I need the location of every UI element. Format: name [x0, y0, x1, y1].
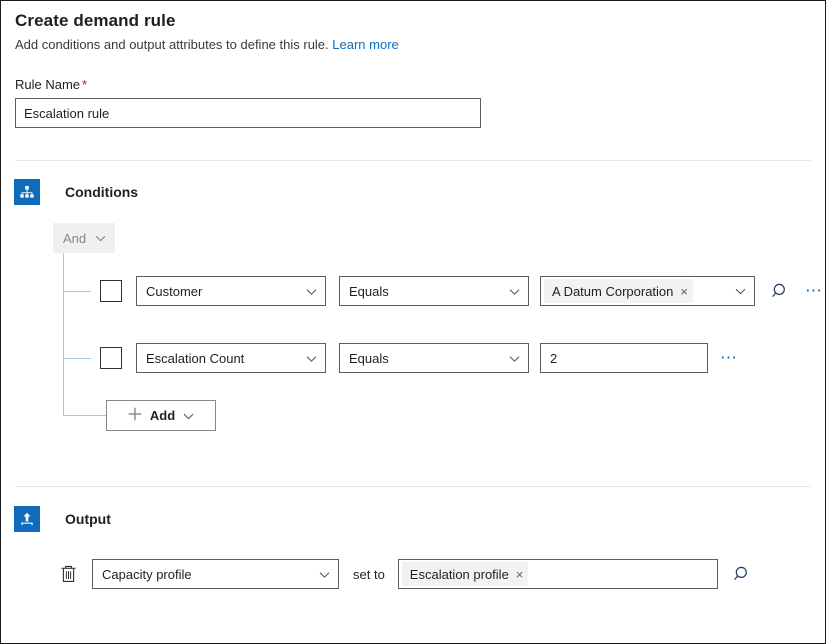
create-demand-rule-dialog: Create demand rule Add conditions and ou…: [0, 0, 826, 644]
magnifier-icon[interactable]: [767, 278, 793, 304]
output-row: Capacity profile set to Escalation profi…: [57, 559, 756, 589]
tree-vertical-line: [63, 253, 64, 416]
tree-branch-line-1: [63, 291, 91, 292]
rule-name-input[interactable]: [15, 98, 481, 128]
logic-operator-dropdown[interactable]: And: [53, 223, 115, 253]
set-to-label: set to: [353, 567, 385, 582]
section-divider-conditions: [15, 160, 811, 161]
chevron-down-icon: [306, 284, 317, 299]
chevron-down-icon: [306, 351, 317, 366]
page-subtitle: Add conditions and output attributes to …: [15, 37, 399, 52]
selected-value-token: Escalation profile ×: [402, 562, 529, 586]
selected-value-token: A Datum Corporation ×: [544, 279, 693, 303]
tree-branch-line-3: [63, 415, 106, 416]
condition-row: Escalation Count Equals ⋯: [100, 343, 739, 373]
selected-value-token-label: Escalation profile: [410, 567, 509, 582]
page-title: Create demand rule: [15, 11, 399, 31]
chevron-down-icon[interactable]: [735, 282, 746, 300]
plus-icon: [128, 407, 142, 424]
selected-value-token-label: A Datum Corporation: [552, 284, 673, 299]
output-attribute-value: Capacity profile: [102, 567, 192, 582]
condition-more-options-button[interactable]: ⋯: [805, 286, 824, 296]
condition-value-lookup[interactable]: A Datum Corporation ×: [540, 276, 755, 306]
trash-icon[interactable]: [57, 562, 79, 586]
rule-name-label: Rule Name*: [15, 77, 87, 92]
remove-token-icon[interactable]: ×: [516, 568, 524, 581]
page-subtitle-text: Add conditions and output attributes to …: [15, 37, 329, 52]
chevron-down-icon: [509, 284, 520, 299]
output-section-title: Output: [65, 511, 111, 527]
condition-value-input[interactable]: [540, 343, 708, 373]
remove-token-icon[interactable]: ×: [680, 285, 688, 298]
condition-row: Customer Equals A Datum Corporation ×: [100, 276, 824, 306]
magnifier-icon[interactable]: [730, 561, 756, 587]
condition-operator-value: Equals: [349, 284, 389, 299]
output-value-lookup[interactable]: Escalation profile ×: [398, 559, 718, 589]
condition-operator-value: Equals: [349, 351, 389, 366]
output-attribute-dropdown[interactable]: Capacity profile: [92, 559, 339, 589]
learn-more-link[interactable]: Learn more: [332, 37, 398, 52]
hierarchy-icon: [14, 179, 40, 205]
add-condition-label: Add: [150, 408, 175, 423]
condition-attribute-value: Escalation Count: [146, 351, 244, 366]
logic-operator-label: And: [63, 231, 86, 246]
condition-attribute-dropdown[interactable]: Escalation Count: [136, 343, 326, 373]
add-condition-button[interactable]: Add: [106, 400, 216, 431]
chevron-down-icon: [319, 567, 330, 582]
tree-branch-line-2: [63, 358, 91, 359]
chevron-down-icon: [183, 408, 194, 423]
condition-attribute-value: Customer: [146, 284, 202, 299]
condition-row-checkbox[interactable]: [100, 347, 122, 369]
condition-row-checkbox[interactable]: [100, 280, 122, 302]
rule-name-label-text: Rule Name: [15, 77, 80, 92]
conditions-section-header: Conditions: [14, 179, 138, 205]
condition-operator-dropdown[interactable]: Equals: [339, 276, 529, 306]
section-divider-output: [15, 486, 811, 487]
conditions-section-title: Conditions: [65, 184, 138, 200]
chevron-down-icon: [509, 351, 520, 366]
condition-more-options-button[interactable]: ⋯: [720, 353, 739, 363]
chevron-down-icon: [95, 229, 106, 247]
condition-attribute-dropdown[interactable]: Customer: [136, 276, 326, 306]
condition-operator-dropdown[interactable]: Equals: [339, 343, 529, 373]
upload-icon: [14, 506, 40, 532]
output-section-header: Output: [14, 506, 111, 532]
required-asterisk: *: [82, 77, 87, 92]
dialog-header: Create demand rule Add conditions and ou…: [15, 11, 399, 52]
